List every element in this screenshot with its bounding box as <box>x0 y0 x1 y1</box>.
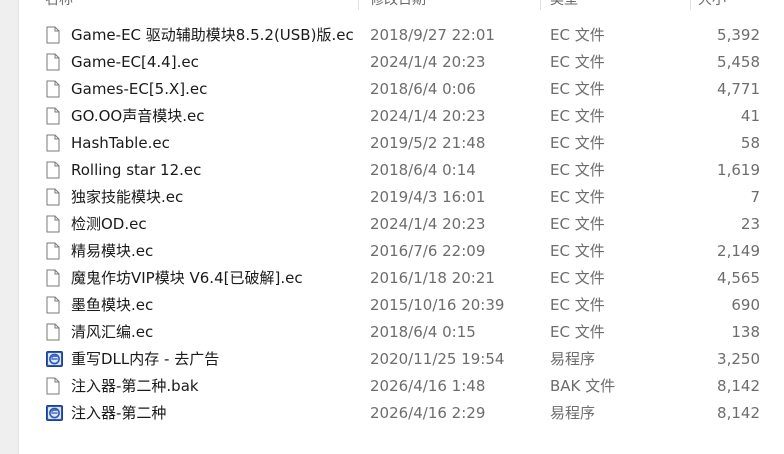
file-date: 2015/10/16 20:39 <box>370 296 505 314</box>
file-date: 2019/4/3 16:01 <box>370 188 486 206</box>
file-type: EC 文件 <box>550 80 605 98</box>
file-date: 2018/9/27 22:01 <box>370 26 495 44</box>
file-row[interactable]: 注入器-第二种.bak 2026/4/16 1:48 BAK 文件 8,142 <box>40 373 784 400</box>
file-type: EC 文件 <box>550 134 605 152</box>
document-icon <box>46 134 62 152</box>
file-type: EC 文件 <box>550 242 605 260</box>
file-type: EC 文件 <box>550 161 605 179</box>
document-icon <box>46 53 62 71</box>
document-icon <box>46 107 62 125</box>
document-icon <box>46 377 62 395</box>
file-name: 独家技能模块.ec <box>71 188 184 206</box>
column-header-row: 名称 修改日期 类型 大小 <box>18 0 784 10</box>
file-size: 8,142 <box>717 404 760 422</box>
file-name: Game-EC 驱动辅助模块8.5.2(USB)版.ec <box>71 26 354 44</box>
file-name: 精易模块.ec <box>71 242 154 260</box>
file-row[interactable]: 独家技能模块.ec 2019/4/3 16:01 EC 文件 7 <box>40 184 784 211</box>
file-row[interactable]: GO.OO声音模块.ec 2024/1/4 20:23 EC 文件 41 <box>40 103 784 130</box>
file-date: 2016/1/18 20:21 <box>370 269 495 287</box>
file-row[interactable]: 注入器-第二种 2026/4/16 2:29 易程序 8,142 <box>40 400 784 427</box>
file-type: 易程序 <box>550 404 596 422</box>
e-program-icon <box>46 404 63 422</box>
file-size: 1,619 <box>717 161 760 179</box>
file-type: EC 文件 <box>550 107 605 125</box>
file-size: 4,771 <box>717 80 760 98</box>
file-size: 5,392 <box>717 26 760 44</box>
file-name: Games-EC[5.X].ec <box>71 80 208 98</box>
file-date: 2026/4/16 1:48 <box>370 377 486 395</box>
document-icon <box>46 296 62 314</box>
file-row[interactable]: 检测OD.ec 2024/1/4 20:23 EC 文件 23 <box>40 211 784 238</box>
file-date: 2024/1/4 20:23 <box>370 53 486 71</box>
column-divider[interactable] <box>690 0 691 10</box>
file-row[interactable]: 清风汇编.ec 2018/6/4 0:15 EC 文件 138 <box>40 319 784 346</box>
file-name: HashTable.ec <box>71 134 170 152</box>
file-size: 58 <box>740 134 760 152</box>
file-type: 易程序 <box>550 350 596 368</box>
document-icon <box>46 80 62 98</box>
document-icon <box>46 26 62 44</box>
file-name: Rolling star 12.ec <box>71 161 202 179</box>
document-icon <box>46 215 62 233</box>
column-divider[interactable] <box>540 0 541 10</box>
file-name: GO.OO声音模块.ec <box>71 107 205 125</box>
file-date: 2018/6/4 0:14 <box>370 161 476 179</box>
file-type: EC 文件 <box>550 323 605 341</box>
file-row[interactable]: Rolling star 12.ec 2018/6/4 0:14 EC 文件 1,61… <box>40 157 784 184</box>
file-size: 4,565 <box>717 269 760 287</box>
file-date: 2024/1/4 20:23 <box>370 107 486 125</box>
file-name: 清风汇编.ec <box>71 323 154 341</box>
file-row[interactable]: Games-EC[5.X].ec 2018/6/4 0:06 EC 文件 4,771 <box>40 76 784 103</box>
file-size: 8,142 <box>717 377 760 395</box>
file-name: 墨鱼模块.ec <box>71 296 154 314</box>
column-header-date[interactable]: 修改日期 <box>370 0 426 9</box>
file-type: EC 文件 <box>550 53 605 71</box>
file-name: 重写DLL内存 - 去广告 <box>71 350 220 368</box>
document-icon <box>46 188 62 206</box>
file-name: Game-EC[4.4].ec <box>71 53 199 71</box>
file-name: 魔鬼作坊VIP模块 V6.4[已破解].ec <box>71 269 303 287</box>
column-header-size[interactable]: 大小 <box>698 0 726 9</box>
file-size: 3,250 <box>717 350 760 368</box>
e-program-icon <box>46 350 63 368</box>
navigation-pane-edge <box>0 0 19 454</box>
column-header-name[interactable]: 名称 <box>45 0 73 9</box>
file-row[interactable]: 墨鱼模块.ec 2015/10/16 20:39 EC 文件 690 <box>40 292 784 319</box>
file-type: EC 文件 <box>550 269 605 287</box>
document-icon <box>46 242 62 260</box>
file-row[interactable]: 重写DLL内存 - 去广告 2020/11/25 19:54 易程序 3,250 <box>40 346 784 373</box>
file-size: 7 <box>750 188 760 206</box>
file-row[interactable]: 魔鬼作坊VIP模块 V6.4[已破解].ec 2016/1/18 20:21 EC … <box>40 265 784 292</box>
file-name: 注入器-第二种 <box>71 404 167 422</box>
file-type: EC 文件 <box>550 215 605 233</box>
file-size: 41 <box>740 107 760 125</box>
file-size: 690 <box>731 296 760 314</box>
file-size: 5,458 <box>717 53 760 71</box>
file-date: 2019/5/2 21:48 <box>370 134 486 152</box>
file-row[interactable]: 精易模块.ec 2016/7/6 22:09 EC 文件 2,149 <box>40 238 784 265</box>
file-date: 2016/7/6 22:09 <box>370 242 486 260</box>
file-date: 2024/1/4 20:23 <box>370 215 486 233</box>
column-header-type[interactable]: 类型 <box>550 0 578 9</box>
file-type: EC 文件 <box>550 26 605 44</box>
file-date: 2018/6/4 0:06 <box>370 80 476 98</box>
file-type: EC 文件 <box>550 188 605 206</box>
document-icon <box>46 269 62 287</box>
file-type: EC 文件 <box>550 296 605 314</box>
file-date: 2020/11/25 19:54 <box>370 350 505 368</box>
file-date: 2026/4/16 2:29 <box>370 404 486 422</box>
column-divider[interactable] <box>358 0 359 10</box>
file-size: 23 <box>740 215 760 233</box>
file-name: 检测OD.ec <box>71 215 147 233</box>
document-icon <box>46 323 62 341</box>
file-name: 注入器-第二种.bak <box>71 377 199 395</box>
file-row[interactable]: HashTable.ec 2019/5/2 21:48 EC 文件 58 <box>40 130 784 157</box>
file-size: 138 <box>731 323 760 341</box>
file-type: BAK 文件 <box>550 377 616 395</box>
file-date: 2018/6/4 0:15 <box>370 323 476 341</box>
file-row[interactable]: Game-EC 驱动辅助模块8.5.2(USB)版.ec 2018/9/27 22… <box>40 22 784 49</box>
document-icon <box>46 161 62 179</box>
file-size: 2,149 <box>717 242 760 260</box>
file-row[interactable]: Game-EC[4.4].ec 2024/1/4 20:23 EC 文件 5,458 <box>40 49 784 76</box>
